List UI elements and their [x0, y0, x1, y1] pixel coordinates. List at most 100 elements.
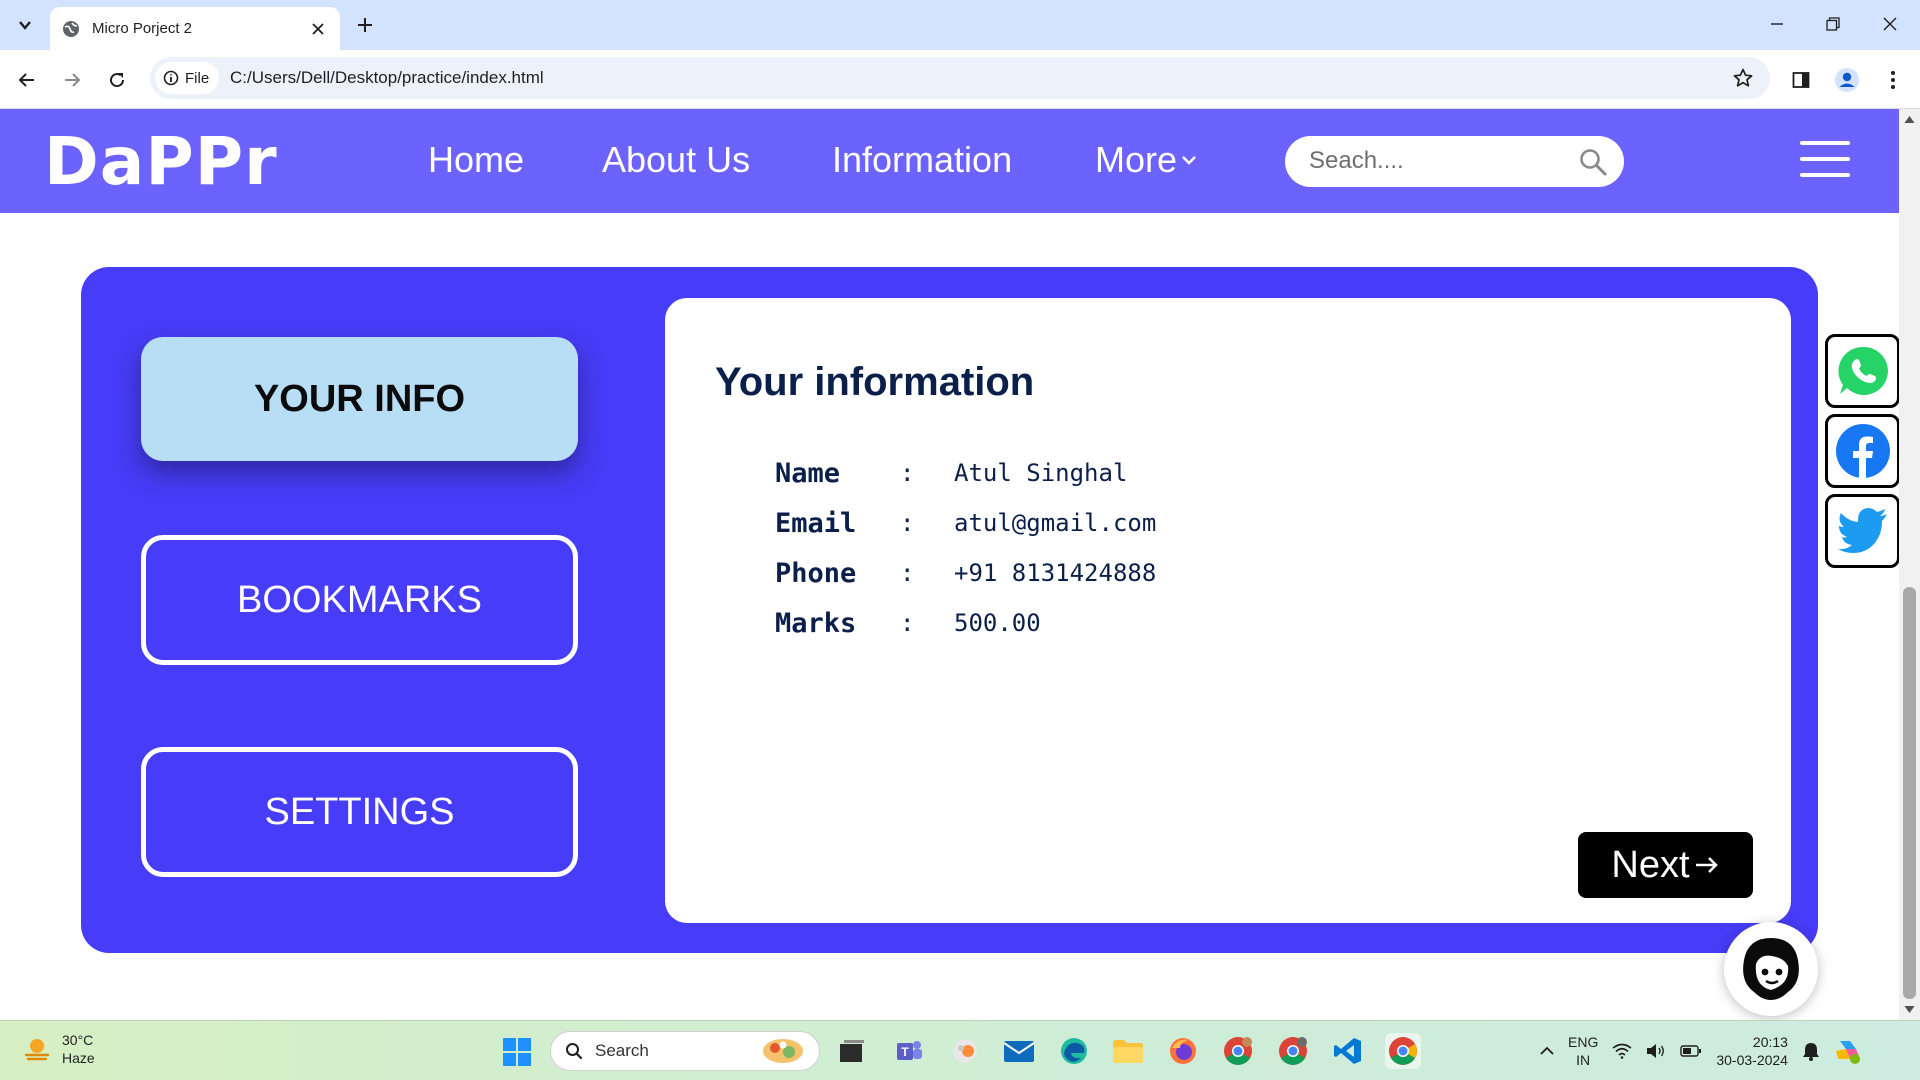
info-table: Name : Atul Singhal Email : atul@gmail.c… [775, 448, 1156, 648]
chrome-profile-1-app[interactable] [1220, 1033, 1256, 1069]
wifi-icon[interactable] [1612, 1043, 1632, 1059]
browser-tab-strip: Micro Porject 2 [0, 0, 1920, 50]
site-chip-label: File [185, 69, 210, 87]
language-primary: ENG [1568, 1034, 1599, 1050]
back-button[interactable] [10, 63, 44, 97]
haze-sun-icon [24, 1039, 50, 1061]
info-row-name: Name : Atul Singhal [775, 448, 1156, 498]
tab-close-button[interactable] [308, 19, 328, 39]
battery-icon[interactable] [1680, 1045, 1702, 1057]
hamburger-line [1800, 141, 1850, 145]
mail-app[interactable] [1001, 1033, 1037, 1069]
search-input[interactable] [1309, 144, 1569, 178]
chevron-up-icon[interactable] [1540, 1046, 1554, 1056]
scrollbar-thumb[interactable] [1903, 587, 1916, 999]
plus-icon [358, 18, 372, 32]
reload-button[interactable] [100, 63, 134, 97]
whatsapp-button[interactable] [1825, 334, 1900, 408]
edge-app[interactable] [1056, 1033, 1092, 1069]
windows-start-icon[interactable] [502, 1037, 532, 1067]
weather-widget[interactable]: 30°C Haze [22, 1031, 95, 1067]
side-panel-icon [1792, 72, 1810, 88]
info-value: atul@gmail.com [954, 509, 1157, 537]
hamburger-menu-icon[interactable] [1800, 141, 1850, 177]
close-icon [312, 22, 324, 35]
site-search-box[interactable] [1285, 136, 1624, 187]
scroll-down-arrow-icon[interactable] [1904, 1005, 1915, 1014]
teams-app[interactable]: T [891, 1033, 927, 1069]
nav-more-dropdown[interactable]: More [1095, 139, 1197, 181]
info-value: Atul Singhal [954, 459, 1128, 487]
avatar-icon [1835, 68, 1859, 92]
browser-toolbar: File C:/Users/Dell/Desktop/practice/inde… [0, 50, 1920, 109]
twitter-icon [1837, 508, 1887, 553]
site-info-chip[interactable]: File [155, 62, 220, 94]
info-icon [163, 70, 179, 86]
scroll-up-arrow-icon[interactable] [1904, 115, 1915, 124]
tab-search-button[interactable] [10, 10, 40, 40]
browser-menu-button[interactable] [1876, 63, 1910, 97]
profile-button[interactable] [1830, 63, 1864, 97]
your-info-button[interactable]: YOUR INFO [141, 337, 578, 461]
nav-home[interactable]: Home [428, 139, 524, 181]
reload-icon [110, 73, 125, 88]
info-separator: : [900, 459, 915, 487]
info-label: Email [775, 507, 857, 539]
info-separator: : [900, 559, 915, 587]
arrow-right-icon [65, 73, 81, 87]
info-separator: : [900, 609, 915, 637]
info-value: 500.00 [954, 609, 1041, 637]
mail-icon [1003, 1041, 1035, 1062]
facebook-button[interactable] [1825, 414, 1900, 488]
clock-date: 30-03-2024 [1716, 1052, 1788, 1068]
nav-information[interactable]: Information [832, 139, 1012, 181]
minimize-icon [1771, 23, 1783, 25]
windows-taskbar: 30°C Haze Search T ENG IN 20:13 30-03-20… [0, 1020, 1920, 1080]
chrome-icon [1279, 1037, 1307, 1065]
restore-button[interactable] [1811, 6, 1855, 42]
browser-tab[interactable]: Micro Porject 2 [50, 7, 340, 50]
copilot-app[interactable] [947, 1033, 983, 1069]
teams-icon: T [897, 1041, 922, 1060]
taskbar-search-label: Search [595, 1041, 649, 1060]
firefox-app[interactable] [1165, 1033, 1201, 1069]
side-panel-button[interactable] [1784, 63, 1818, 97]
task-view-button[interactable] [834, 1033, 870, 1069]
close-window-button[interactable] [1868, 6, 1912, 42]
star-icon [1733, 68, 1753, 87]
next-button-label: Next [1611, 843, 1690, 886]
info-label: Phone [775, 557, 857, 589]
chrome-profile-2-app[interactable] [1275, 1033, 1311, 1069]
clock-time: 20:13 [1752, 1034, 1788, 1050]
file-explorer-app[interactable] [1110, 1033, 1146, 1069]
chevron-down-icon [19, 21, 31, 30]
site-navbar: DaPPr Home About Us Information More [0, 109, 1899, 213]
taskbar-search[interactable]: Search [550, 1031, 820, 1071]
forward-button[interactable] [55, 63, 89, 97]
copilot-icon [953, 1039, 977, 1063]
new-tab-button[interactable] [350, 10, 380, 40]
next-button[interactable]: Next [1578, 832, 1753, 898]
chat-support-button[interactable] [1724, 922, 1818, 1016]
url-text[interactable]: C:/Users/Dell/Desktop/practice/index.htm… [230, 68, 544, 88]
page-scrollbar[interactable] [1899, 109, 1920, 1020]
minimize-button[interactable] [1755, 6, 1799, 42]
info-row-email: Email : atul@gmail.com [775, 498, 1156, 548]
chrome-active-app[interactable] [1385, 1033, 1421, 1069]
volume-icon[interactable] [1646, 1043, 1666, 1059]
search-icon[interactable] [1578, 147, 1608, 177]
settings-button[interactable]: SETTINGS [141, 747, 578, 877]
vscode-app[interactable] [1330, 1033, 1366, 1069]
notification-bell-icon[interactable] [1802, 1041, 1820, 1061]
site-logo[interactable]: DaPPr [44, 123, 278, 200]
folder-icon [1113, 1040, 1143, 1063]
nav-about-us[interactable]: About Us [602, 139, 750, 181]
twitter-button[interactable] [1825, 494, 1900, 568]
copilot-colorful-icon[interactable] [1834, 1037, 1862, 1065]
bookmark-star-button[interactable] [1728, 63, 1758, 93]
language-indicator[interactable]: ENG IN [1568, 1033, 1598, 1069]
address-bar[interactable]: File C:/Users/Dell/Desktop/practice/inde… [150, 57, 1770, 99]
info-label: Name [775, 457, 841, 489]
clock[interactable]: 20:13 30-03-2024 [1716, 1033, 1788, 1069]
bookmarks-button[interactable]: BOOKMARKS [141, 535, 578, 665]
